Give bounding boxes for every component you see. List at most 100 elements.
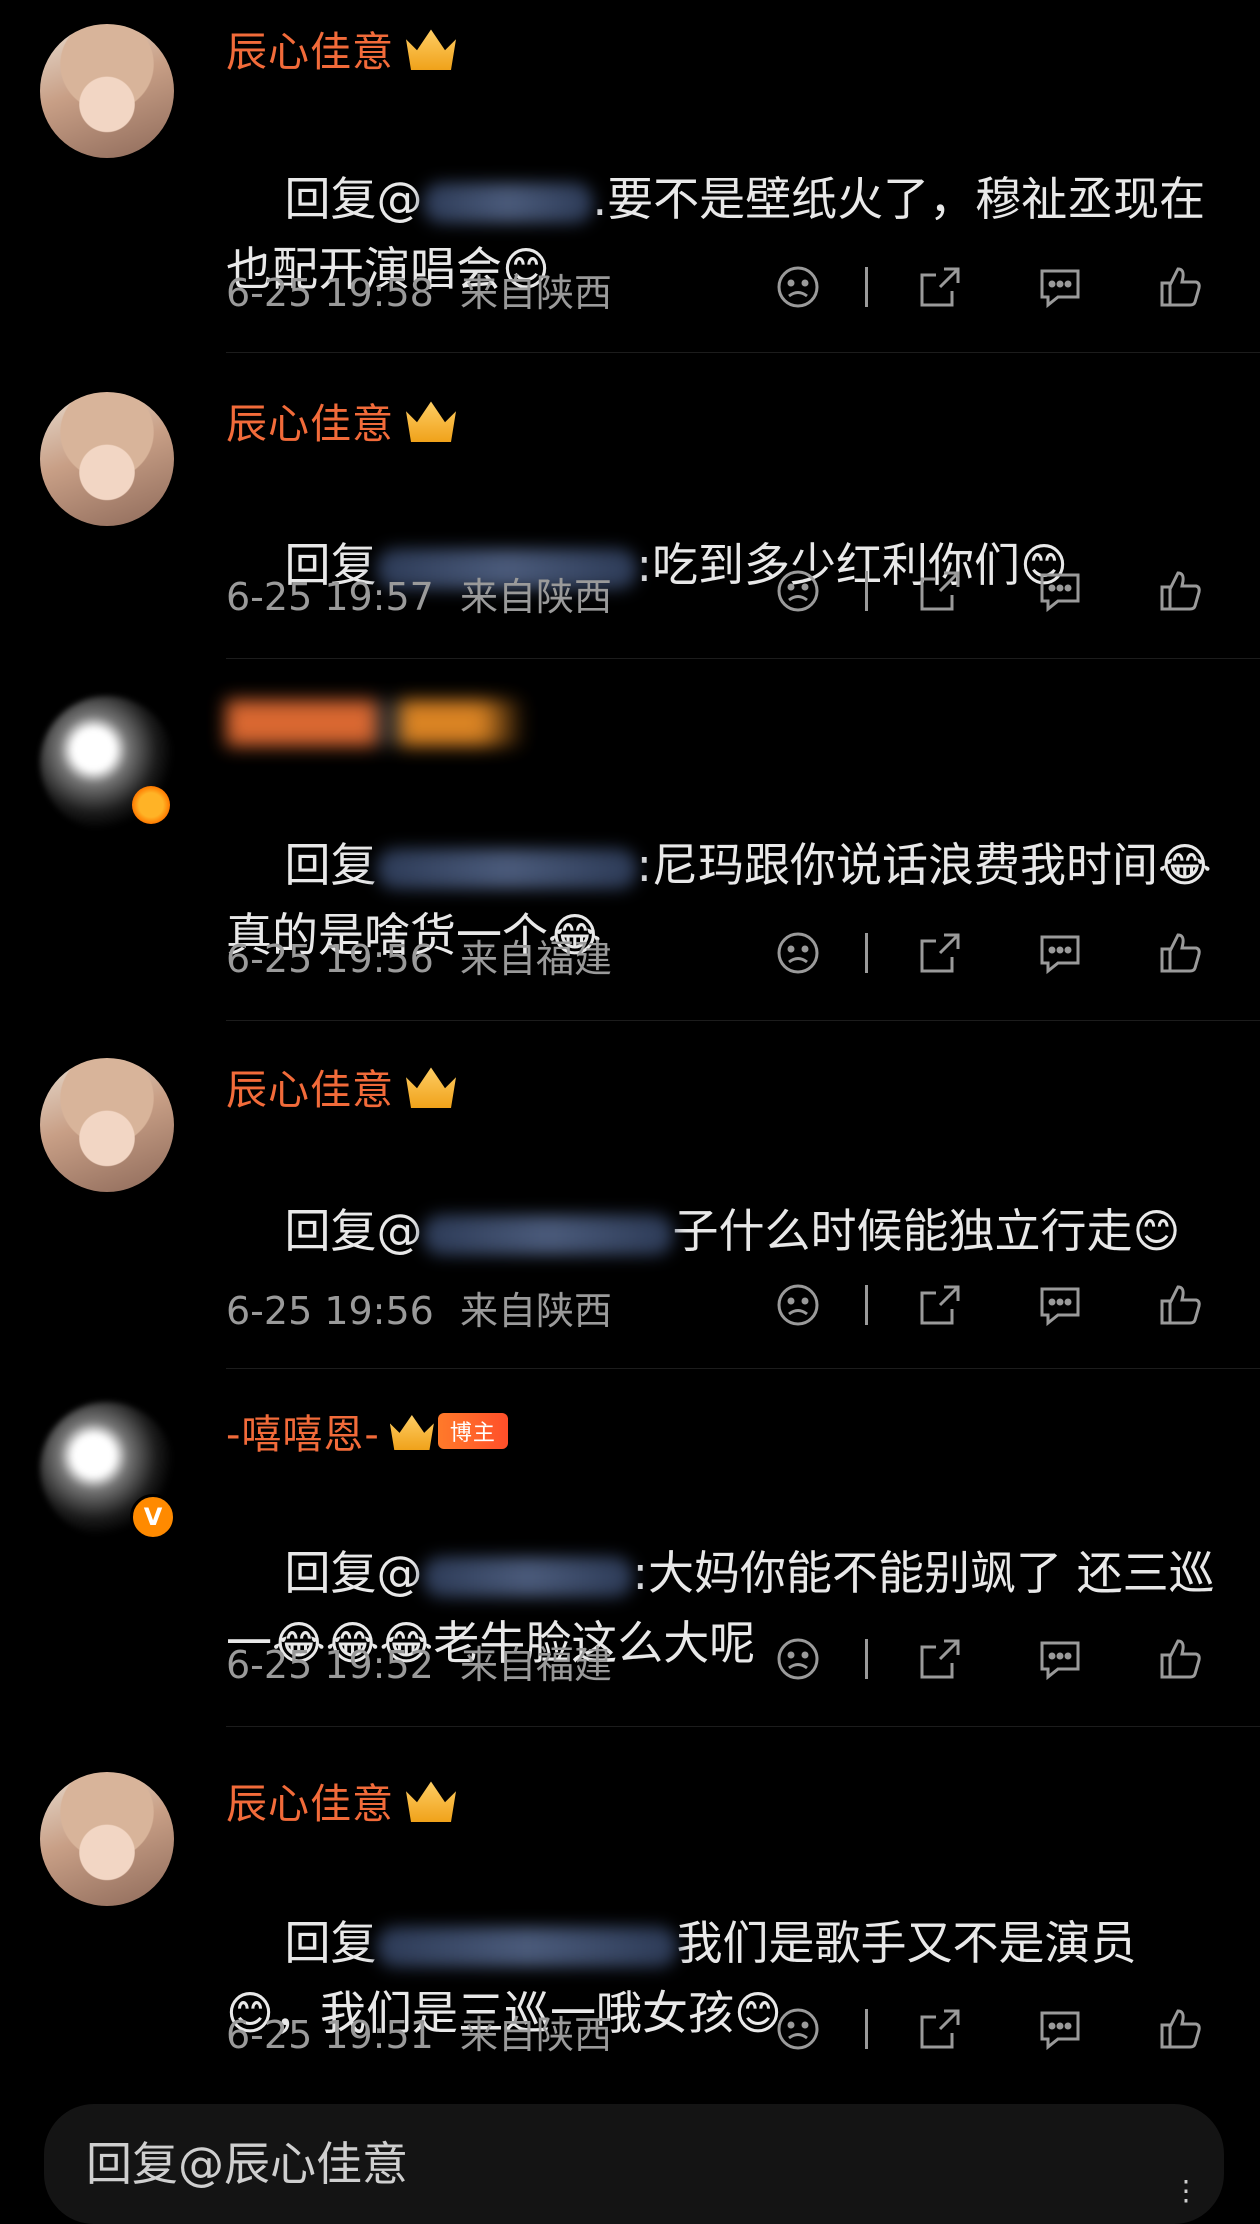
username[interactable]: 辰心佳意	[226, 390, 456, 450]
divider	[226, 1726, 1260, 1727]
comment-location: 来自陕西	[459, 575, 612, 619]
share-button[interactable]	[910, 1629, 970, 1689]
comment-text: 回复:尼玛跟你说话浪费我时间😂 真的是啥货一个😂	[226, 838, 1227, 962]
comment-text: 回复@:大妈你能不能别飒了 还三巡一😂😂😂老牛脸这么大呢	[226, 1546, 1215, 1670]
like-button[interactable]	[1150, 257, 1210, 317]
share-icon	[920, 2009, 960, 2049]
dislike-button[interactable]	[768, 1629, 828, 1689]
comment-text: 回复@ .要不是壁纸火了，穆祉丞现在也配开演唱会😊	[226, 172, 1206, 296]
share-button[interactable]	[910, 561, 970, 621]
frown-face-icon	[777, 570, 819, 612]
share-icon	[920, 933, 960, 973]
thumbs-up-icon	[1160, 1639, 1201, 1679]
share-button[interactable]	[910, 1275, 970, 1335]
reply-input[interactable]: 回复@辰心佳意 ⋮	[44, 2104, 1224, 2224]
avatar[interactable]	[40, 392, 174, 526]
crown-icon	[389, 1415, 434, 1450]
avatar[interactable]	[40, 1058, 174, 1192]
share-icon	[920, 267, 960, 307]
dislike-button[interactable]	[768, 561, 828, 621]
comment-bubble-icon	[1040, 1641, 1080, 1681]
crown-icon	[406, 29, 456, 70]
comment-meta: 6-25 19:52 来自福建	[226, 1634, 612, 1689]
dislike-button[interactable]	[768, 1999, 828, 2059]
thumbs-up-icon	[1160, 1285, 1201, 1325]
divider-line	[865, 2009, 868, 2049]
comment-time: 6-25 19:51	[226, 2013, 434, 2057]
crown-icon	[406, 401, 456, 442]
share-button[interactable]	[910, 923, 970, 983]
crown-icon	[406, 1781, 456, 1822]
share-icon	[920, 1639, 960, 1679]
username[interactable]: 辰心佳意	[226, 1770, 456, 1830]
dislike-button[interactable]	[768, 257, 828, 317]
comment-bubble-icon	[1040, 935, 1080, 975]
frown-face-icon	[777, 2008, 819, 2050]
comment-meta: 6-25 19:58 来自陕西	[226, 262, 612, 317]
username[interactable]: 辰心佳意	[226, 18, 456, 78]
comment-time: 6-25 19:56	[226, 1289, 434, 1333]
like-button[interactable]	[1150, 561, 1210, 621]
comment-button[interactable]	[1030, 1275, 1090, 1335]
divider-line	[865, 933, 868, 973]
verified-v-icon	[132, 786, 170, 824]
more-icon[interactable]: ⋮	[1172, 2174, 1200, 2207]
share-button[interactable]	[910, 1999, 970, 2059]
comment-time: 6-25 19:58	[226, 271, 434, 315]
comment-actions	[760, 923, 1220, 983]
frown-face-icon	[777, 266, 819, 308]
comment-actions	[760, 257, 1220, 317]
comment-button[interactable]	[1030, 257, 1090, 317]
share-button[interactable]	[910, 257, 970, 317]
comment-bubble-icon	[1040, 1287, 1080, 1327]
divider-line	[865, 1285, 868, 1325]
share-icon	[920, 1285, 960, 1325]
crown-icon	[406, 1067, 456, 1108]
comment-actions	[760, 561, 1220, 621]
divider	[226, 1020, 1260, 1021]
redacted-mention	[422, 1214, 673, 1255]
username[interactable]: -嘻嘻恩- 博主	[226, 1402, 508, 1460]
redacted-mention	[422, 1556, 633, 1597]
share-icon	[920, 571, 960, 611]
comment-meta: 6-25 19:56 来自福建	[226, 928, 612, 983]
username[interactable]: 辰心佳意	[226, 1056, 456, 1116]
divider-line	[865, 1639, 868, 1679]
like-button[interactable]	[1150, 1629, 1210, 1689]
dislike-button[interactable]	[768, 1275, 828, 1335]
like-button[interactable]	[1150, 923, 1210, 983]
dislike-button[interactable]	[768, 923, 828, 983]
verified-v-icon: V	[130, 1494, 176, 1540]
comment-time: 6-25 19:52	[226, 1643, 434, 1687]
thumbs-up-icon	[1160, 267, 1201, 307]
comment-location: 来自陕西	[459, 1289, 612, 1333]
frown-face-icon	[777, 1638, 819, 1680]
avatar[interactable]	[40, 24, 174, 158]
comment-button[interactable]	[1030, 561, 1090, 621]
avatar[interactable]	[40, 1772, 174, 1906]
comment-bubble-icon	[1040, 573, 1080, 613]
like-button[interactable]	[1150, 1275, 1210, 1335]
frown-face-icon	[777, 1284, 819, 1326]
redacted-mention	[422, 182, 593, 223]
comment-bubble-icon	[1040, 269, 1080, 309]
frown-face-icon	[777, 932, 819, 974]
comment-text: 回复 我们是歌手又不是演员😊，我们是三巡一哦女孩😊	[226, 1916, 1137, 2040]
comment-button[interactable]	[1030, 1999, 1090, 2059]
comment-button[interactable]	[1030, 1629, 1090, 1689]
username[interactable]	[226, 700, 526, 746]
like-button[interactable]	[1150, 1999, 1210, 2059]
thumbs-up-icon	[1160, 2009, 1201, 2049]
comment-actions	[760, 1999, 1220, 2059]
comment-time: 6-25 19:56	[226, 937, 434, 981]
divider-line	[865, 267, 868, 307]
thumbs-up-icon	[1160, 933, 1201, 973]
comment-time: 6-25 19:57	[226, 575, 434, 619]
comment-meta: 6-25 19:51 来自陕西	[226, 2004, 612, 2059]
comment-location: 来自福建	[459, 1643, 612, 1687]
reply-input-placeholder: 回复@辰心佳意	[86, 2137, 408, 2191]
comment-button[interactable]	[1030, 923, 1090, 983]
redacted-mention	[376, 848, 637, 889]
redacted-mention	[376, 1926, 677, 1967]
divider	[226, 658, 1260, 659]
